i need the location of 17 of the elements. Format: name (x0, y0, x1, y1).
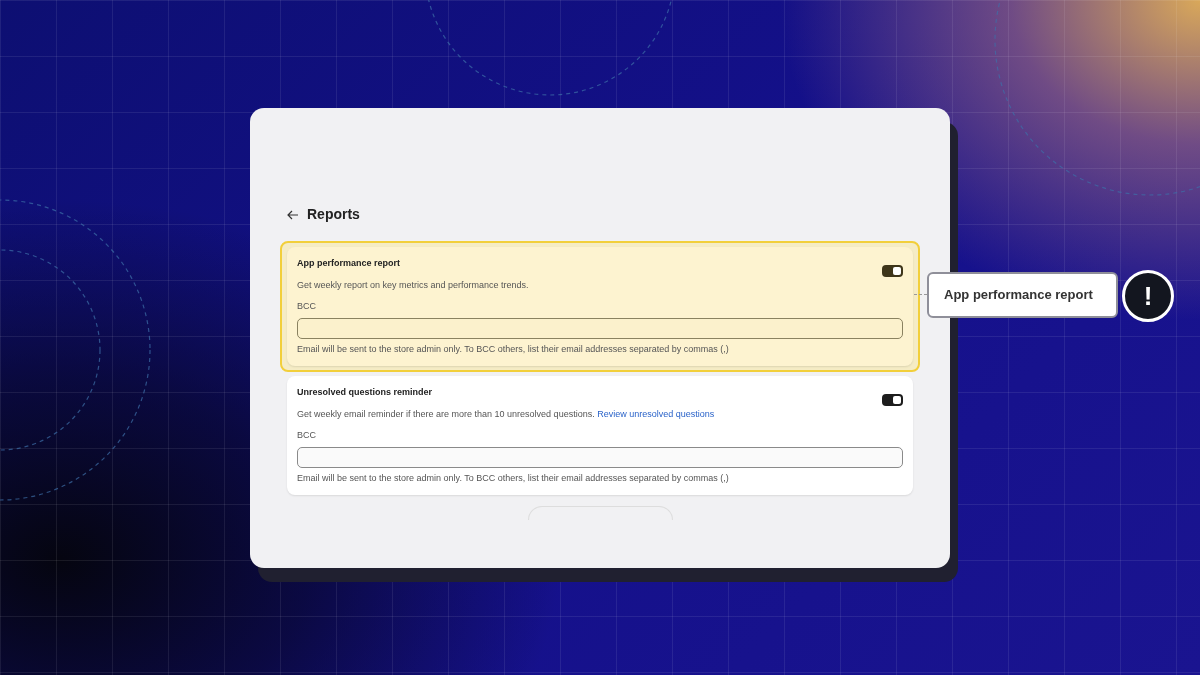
alert-icon: ! (1122, 270, 1174, 322)
back-arrow-icon[interactable] (287, 209, 299, 220)
field-label: BCC (297, 429, 317, 442)
card-title: App performance report (297, 257, 402, 270)
toggle-switch[interactable] (882, 394, 903, 406)
card-description: Get weekly report on key metrics and performance trends. (297, 278, 529, 292)
field-label: BCC (297, 300, 317, 313)
toggle-switch[interactable] (882, 265, 903, 277)
card-title: Unresolved questions reminder (297, 386, 434, 399)
page-title: Reports (307, 205, 360, 224)
bcc-input-field[interactable] (297, 446, 903, 468)
help-text: Email will be sent to the store admin only. To BCC others, list their email addresses separated by commas (,) (297, 471, 730, 485)
card-description: Get weekly email reminder if there are more than 10 unresolved questions. Review unresolved questions (297, 407, 715, 421)
bcc-input-field[interactable] (297, 317, 903, 339)
callout-label: App performance report (927, 272, 1118, 318)
help-text: Email will be sent to the store admin only. To BCC others, list their email addresses separated by commas (,) (297, 342, 730, 356)
review-link[interactable]: Review unresolved questions (597, 408, 715, 419)
